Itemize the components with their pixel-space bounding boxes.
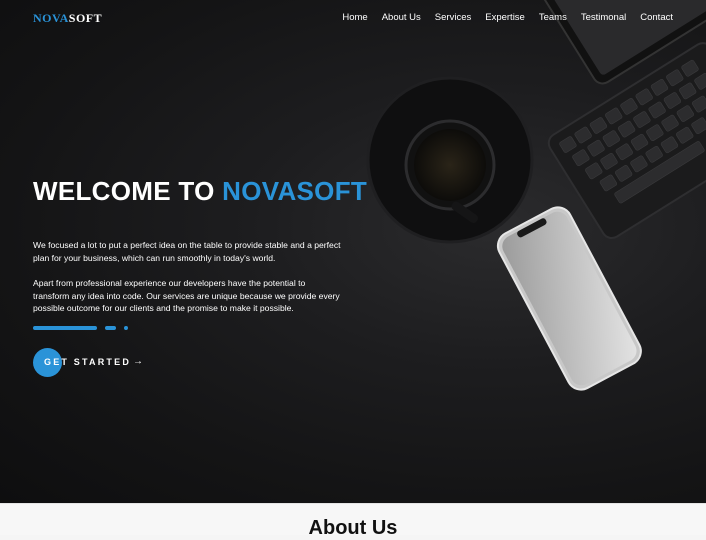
get-started-label: GET STARTED: [44, 357, 132, 367]
hero-paragraph-1: We focused a lot to put a perfect idea o…: [33, 240, 341, 263]
brand-logo[interactable]: NOVASOFT: [33, 11, 102, 26]
arrow-right-icon: →: [133, 356, 143, 367]
coffee-cup-image: [366, 76, 534, 244]
top-navigation: NOVASOFT Home About Us Services Expertis…: [0, 0, 706, 36]
nav-menu: Home About Us Services Expertise Teams T…: [328, 12, 673, 23]
hero-title-accent: NOVASOFT: [222, 176, 368, 206]
nav-item-services[interactable]: Services: [435, 12, 471, 23]
brand-logo-part2: SOFT: [68, 11, 103, 25]
nav-item-contact[interactable]: Contact: [640, 12, 673, 23]
nav-item-teams[interactable]: Teams: [539, 12, 567, 23]
hero-title-prefix: WELCOME TO: [33, 176, 215, 206]
nav-item-expertise[interactable]: Expertise: [485, 12, 525, 23]
get-started-button[interactable]: GET STARTED →: [33, 348, 153, 378]
hero-paragraph-2: Apart from professional experience our d…: [33, 278, 340, 313]
slider-indicator-bar[interactable]: [33, 326, 97, 330]
nav-item-home[interactable]: Home: [342, 12, 367, 23]
hero-title: WELCOME TO NOVASOFT: [33, 176, 367, 207]
hero-section: NOVASOFT Home About Us Services Expertis…: [0, 0, 706, 503]
about-section: About Us: [0, 503, 706, 539]
slider-indicator-dot[interactable]: [124, 326, 128, 330]
nav-item-testimonal[interactable]: Testimonal: [581, 12, 626, 23]
about-heading: About Us: [308, 517, 398, 539]
brand-logo-part1: NOVA: [33, 11, 69, 25]
slider-indicator-dash[interactable]: [105, 326, 116, 330]
nav-item-about-us[interactable]: About Us: [382, 12, 421, 23]
